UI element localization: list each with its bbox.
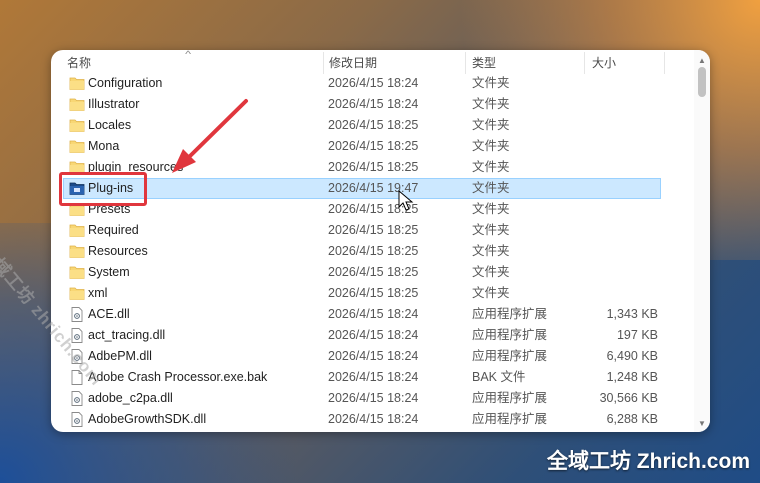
annotation-arrow-icon	[172, 99, 248, 173]
watermark-corner: 全域工坊 Zhrich.com	[546, 450, 750, 473]
mouse-cursor-icon	[398, 190, 414, 211]
